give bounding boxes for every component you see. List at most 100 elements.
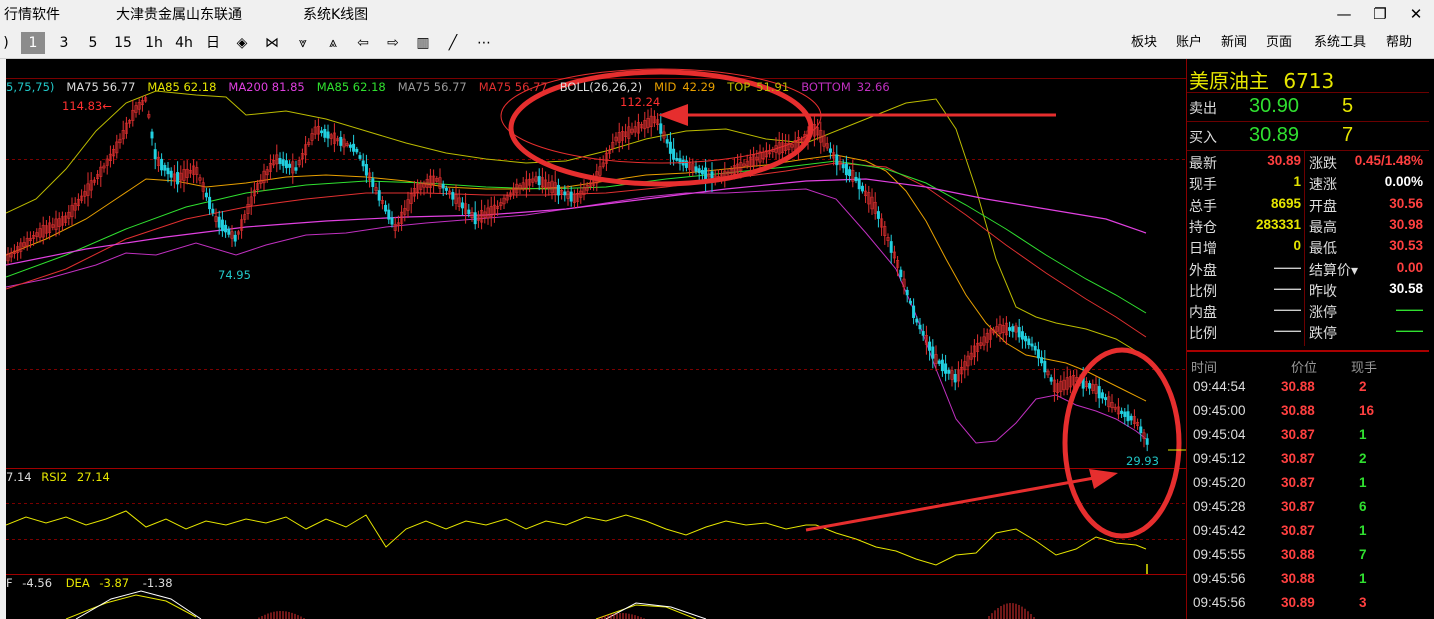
tick-volume: 1 [1359, 475, 1367, 490]
candle-body [204, 192, 208, 198]
ma75-red-line [6, 162, 1147, 338]
legend-item: MA85 62.18 [147, 80, 217, 94]
field-value: 0.00% [1384, 174, 1423, 190]
field-label: 结算价▾ [1309, 261, 1359, 278]
period-15min-button[interactable]: 15 [112, 32, 134, 54]
field-value: 0.00 [1396, 259, 1423, 275]
boll-bottom-line [6, 188, 1147, 444]
tick-row: 09:45:00 30.88 16 [1187, 403, 1429, 424]
chart-canvas[interactable] [6, 59, 1186, 619]
candle-body [451, 192, 455, 200]
menu-quote-software[interactable]: 行情软件 [4, 4, 60, 24]
period-3min-button[interactable]: 3 [55, 32, 73, 54]
candle-body [153, 149, 157, 160]
quote-field-row: 内盘 —— 涨停 —— [1187, 302, 1429, 323]
candle-body [326, 131, 330, 139]
ticks-header-time: 时间 [1191, 360, 1218, 375]
candle-body [163, 164, 167, 171]
tool-draw-line-icon[interactable]: ╱ [443, 32, 463, 54]
tick-time: 09:45:04 [1193, 427, 1246, 442]
tick-row: 09:45:28 30.87 6 [1187, 499, 1429, 520]
minimize-button[interactable]: — [1326, 0, 1362, 28]
panel-dividers [6, 78, 1186, 575]
period-day-button[interactable]: 日 [203, 32, 223, 54]
tool-arrow-left-icon[interactable]: ⇦ [353, 32, 373, 54]
candle-body [857, 178, 861, 190]
candle-body [947, 369, 951, 374]
menu-sector[interactable]: 板块 [1131, 32, 1157, 54]
field-value: 0.45/1.48% [1354, 153, 1423, 168]
tick-price: 30.87 [1281, 427, 1315, 442]
ticks-header-price: 价位 [1291, 360, 1318, 375]
menu-help[interactable]: 帮助 [1386, 32, 1412, 54]
period-1h-button[interactable]: 1h [142, 32, 166, 54]
restore-button[interactable]: ❐ [1362, 0, 1398, 28]
quote-field-row: 比例 —— 跌停 —— [1187, 323, 1429, 344]
menu-page[interactable]: 页面 [1266, 32, 1292, 54]
candle-body [166, 167, 170, 175]
tool-bowtie-icon[interactable]: ⋈ [262, 32, 282, 54]
tool-chevron-down-icon[interactable]: ⩔ [293, 32, 313, 54]
candle-body [841, 164, 845, 169]
candle-body [1097, 386, 1101, 399]
candle-body [889, 241, 893, 253]
candle-body [675, 158, 679, 161]
candle-body [931, 346, 935, 359]
field-value: 8695 [1270, 195, 1301, 211]
quote-field-row: 持仓 283331 最高 30.98 [1187, 217, 1429, 238]
tick-volume: 2 [1359, 379, 1367, 394]
candle-body [473, 212, 477, 225]
menu-news[interactable]: 新闻 [1221, 32, 1247, 54]
tool-more-icon[interactable]: ⋯ [473, 32, 495, 54]
tool-layout-icon[interactable]: ▥ [413, 32, 433, 54]
ticks-header: 时间 价位 现手 [1189, 357, 1431, 375]
candle-body [1145, 438, 1149, 445]
candle-body [944, 363, 948, 374]
candle-body [320, 130, 324, 134]
menu-broker[interactable]: 大津贵金属山东联通 [116, 4, 242, 24]
tick-time: 09:45:56 [1193, 571, 1246, 586]
legend-item: MA75 56.77 [478, 80, 548, 94]
field-value: 30.98 [1389, 216, 1423, 232]
candle-body [355, 148, 359, 153]
candle-body [160, 158, 164, 171]
tool-chevron-up-icon[interactable]: ⩓ [323, 32, 343, 54]
period-1min-button[interactable]: 1 [21, 32, 45, 54]
candle-body [220, 219, 224, 232]
period-5min-button[interactable]: 5 [84, 32, 102, 54]
candle-body [169, 170, 173, 178]
menu-account[interactable]: 账户 [1176, 32, 1202, 54]
macd-dea-value: -3.87 [99, 576, 130, 590]
tool-diamond-icon[interactable]: ◈ [232, 32, 252, 54]
candle-body [908, 300, 912, 304]
candlesticks [6, 95, 1149, 452]
legend-item: MA85 62.18 [316, 80, 386, 94]
candle-body [467, 209, 471, 214]
tick-time: 09:45:28 [1193, 499, 1246, 514]
menu-kline[interactable]: 系统K线图 [303, 4, 368, 24]
tool-arrow-right-icon[interactable]: ⇨ [383, 32, 403, 54]
rsi-legend-name: RSI2 [41, 470, 68, 484]
kline-chart[interactable]: 5,75,75) MA75 56.77 MA85 62.18 MA200 81.85 M… [0, 59, 1186, 619]
field-value: —— [1274, 280, 1301, 296]
legend-item: BOTTOM [801, 80, 851, 94]
candle-body [150, 131, 154, 139]
tick-volume: 6 [1359, 499, 1367, 514]
toolbar-cut-button[interactable]: ) [2, 32, 10, 54]
candle-body [208, 196, 212, 210]
candle-body [918, 324, 922, 330]
divider [1187, 121, 1429, 122]
field-value: —— [1396, 302, 1423, 318]
legend-item: MA200 81.85 [228, 80, 305, 94]
candle-body [1040, 357, 1044, 364]
candle-body [953, 374, 957, 383]
tick-price: 30.89 [1281, 595, 1315, 610]
field-value: —— [1274, 323, 1301, 339]
candle-body [848, 169, 852, 176]
legend-item: 5,75,75) [6, 80, 55, 94]
tick-row: 09:45:12 30.87 2 [1187, 451, 1429, 472]
close-button[interactable]: ✕ [1398, 0, 1434, 28]
period-4h-button[interactable]: 4h [171, 32, 197, 54]
menu-system-tools[interactable]: 系统工具 [1314, 32, 1366, 54]
macd-dea-name: DEA [65, 576, 90, 590]
